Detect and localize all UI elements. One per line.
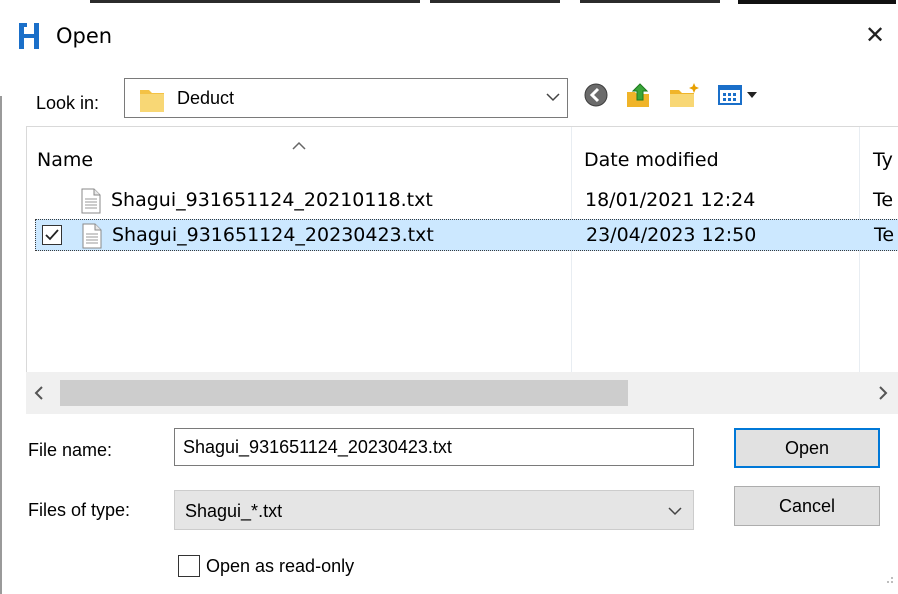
chevron-down-icon <box>545 89 561 111</box>
text-file-icon <box>81 188 101 220</box>
file-row-selected[interactable]: Shagui_931651124_20230423.txt 23/04/2023… <box>35 219 898 251</box>
dialog-title: Open <box>56 24 113 48</box>
view-menu-button[interactable] <box>716 80 764 116</box>
horizontal-scrollbar[interactable] <box>26 372 898 414</box>
open-button[interactable]: Open <box>734 428 880 468</box>
look-in-label: Look in: <box>36 93 100 113</box>
look-in-value: Deduct <box>177 88 235 108</box>
file-name: Shagui_931651124_20230423.txt <box>112 224 434 246</box>
view-menu-icon <box>717 82 763 114</box>
background-window-edge <box>0 0 898 4</box>
folder-icon <box>139 85 165 119</box>
files-of-type-dropdown[interactable]: Shagui_*.txt <box>174 490 694 530</box>
file-name: Shagui_931651124_20210118.txt <box>111 189 433 211</box>
window-left-border <box>0 96 2 594</box>
new-folder-button[interactable] <box>666 80 702 116</box>
new-folder-icon <box>668 80 700 116</box>
app-h-logo-icon <box>18 22 40 50</box>
row-checkbox[interactable] <box>42 225 62 245</box>
close-button[interactable]: ✕ <box>852 12 898 58</box>
file-type: Te <box>873 189 894 211</box>
cancel-button[interactable]: Cancel <box>734 486 880 526</box>
file-row[interactable]: Shagui_931651124_20210118.txt 18/01/2021… <box>35 185 898 217</box>
file-list[interactable]: Name Date modified Ty Shagui_931651124_2… <box>26 126 898 414</box>
scroll-left-icon[interactable] <box>32 384 46 408</box>
up-folder-icon <box>624 80 654 116</box>
file-type: Te <box>874 224 895 246</box>
read-only-label: Open as read-only <box>206 556 355 576</box>
up-one-level-button[interactable] <box>622 80 656 116</box>
file-date-modified: 18/01/2021 12:24 <box>585 189 756 211</box>
column-header-date-modified[interactable]: Date modified <box>584 149 719 171</box>
close-icon: ✕ <box>864 21 886 49</box>
files-of-type-label: Files of type: <box>28 500 131 520</box>
file-name-label: File name: <box>28 440 113 460</box>
file-name-input[interactable]: Shagui_931651124_20230423.txt <box>174 428 694 466</box>
file-date-modified: 23/04/2023 12:50 <box>586 224 757 246</box>
back-icon <box>583 82 609 114</box>
scroll-right-icon[interactable] <box>876 384 890 408</box>
scrollbar-thumb[interactable] <box>60 380 628 406</box>
look-in-dropdown[interactable]: Deduct <box>124 78 568 118</box>
column-header-name[interactable]: Name <box>37 149 93 171</box>
text-file-icon <box>82 223 102 255</box>
resize-grip-icon[interactable] <box>882 568 894 590</box>
read-only-checkbox[interactable] <box>178 555 200 577</box>
column-header-type[interactable]: Ty <box>873 149 893 171</box>
chevron-down-icon <box>667 503 683 525</box>
sort-ascending-icon <box>291 135 307 157</box>
files-of-type-value: Shagui_*.txt <box>185 501 283 521</box>
checkmark-icon <box>45 229 59 241</box>
back-button[interactable] <box>580 80 612 116</box>
